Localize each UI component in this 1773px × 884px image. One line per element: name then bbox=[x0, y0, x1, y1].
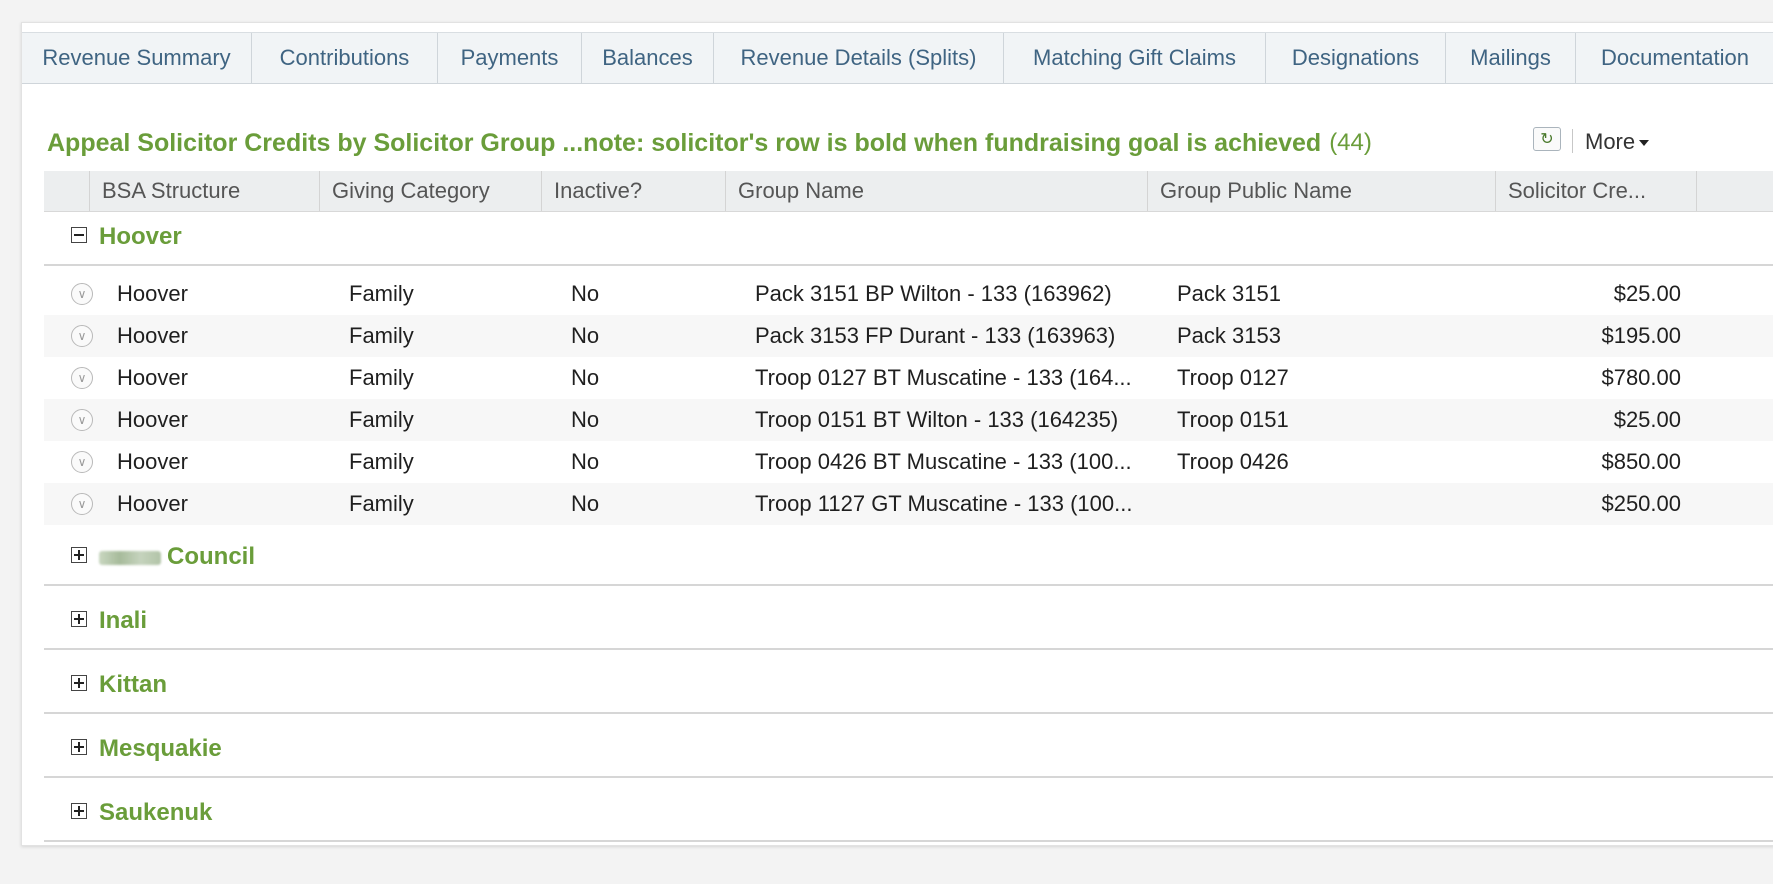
cell-group-public-name: Troop 0426 bbox=[1177, 449, 1289, 474]
tab-bar: Revenue Summary Contributions Payments B… bbox=[22, 32, 1773, 84]
cell-giving-category: Family bbox=[349, 323, 414, 348]
tab-designations[interactable]: Designations bbox=[1266, 33, 1446, 83]
col-header-giving-category[interactable]: Giving Category bbox=[319, 171, 541, 211]
col-header-inactive[interactable]: Inactive? bbox=[541, 171, 725, 211]
cell-solicitor-credits: $195.00 bbox=[1601, 323, 1681, 348]
more-label: More bbox=[1585, 129, 1636, 154]
tab-contributions[interactable]: Contributions bbox=[252, 33, 438, 83]
group-name: Kittan bbox=[99, 671, 167, 698]
refresh-button[interactable]: ↻ bbox=[1533, 127, 1561, 151]
cell-solicitor-credits: $250.00 bbox=[1601, 491, 1681, 516]
redacted-text bbox=[99, 550, 161, 565]
cell-giving-category: Family bbox=[349, 407, 414, 432]
expand-row-icon[interactable]: ∨ bbox=[71, 325, 93, 347]
cell-group-name: Troop 0151 BT Wilton - 133 (164235) bbox=[755, 407, 1119, 432]
cell-solicitor-credits: $25.00 bbox=[1613, 281, 1681, 306]
collapse-icon[interactable] bbox=[71, 227, 87, 243]
cell-bsa-structure: Hoover bbox=[117, 449, 188, 474]
expand-icon[interactable] bbox=[71, 739, 87, 755]
group-name: Inali bbox=[99, 607, 148, 634]
tab-matching-gift-claims[interactable]: Matching Gift Claims bbox=[1004, 33, 1266, 83]
cell-group-public-name: Pack 3153 bbox=[1177, 323, 1281, 348]
cell-bsa-structure: Hoover bbox=[117, 407, 188, 432]
tab-balances[interactable]: Balances bbox=[582, 33, 714, 83]
group-header-inali[interactable]: Inali bbox=[44, 595, 1773, 650]
cell-inactive: No bbox=[571, 281, 600, 306]
cell-group-name: Pack 3151 BP Wilton - 133 (163962) bbox=[755, 281, 1112, 306]
cell-giving-category: Family bbox=[349, 281, 414, 306]
more-menu-button[interactable]: More bbox=[1585, 129, 1650, 155]
group-header-kittan[interactable]: Kittan bbox=[44, 659, 1773, 714]
cell-solicitor-credits: $25.00 bbox=[1613, 407, 1681, 432]
cell-solicitor-credits: $850.00 bbox=[1601, 449, 1681, 474]
cell-bsa-structure: Hoover bbox=[117, 323, 188, 348]
group-name: Council bbox=[99, 543, 255, 571]
cell-inactive: No bbox=[571, 449, 600, 474]
column-header-row: BSA Structure Giving Category Inactive? … bbox=[44, 171, 1773, 212]
col-header-group-name[interactable]: Group Name bbox=[725, 171, 1147, 211]
tab-revenue-details-splits[interactable]: Revenue Details (Splits) bbox=[714, 33, 1004, 83]
group-name: Saukenuk bbox=[99, 799, 213, 826]
grid-title: Appeal Solicitor Credits by Solicitor Gr… bbox=[47, 128, 1322, 157]
toolbar-divider bbox=[1572, 129, 1573, 153]
col-header-group-public-name[interactable]: Group Public Name bbox=[1147, 171, 1495, 211]
group-header-hoover[interactable]: Hoover bbox=[44, 211, 1773, 266]
group-header-council[interactable]: Council bbox=[44, 531, 1773, 586]
expand-row-icon[interactable]: ∨ bbox=[71, 409, 93, 431]
expand-icon[interactable] bbox=[71, 803, 87, 819]
table-row[interactable]: ∨ Hoover Family No Troop 1127 GT Muscati… bbox=[44, 483, 1773, 525]
tab-documentation[interactable]: Documentation bbox=[1576, 33, 1773, 83]
cell-solicitor-credits: $780.00 bbox=[1601, 365, 1681, 390]
record-count: (44) bbox=[1329, 129, 1372, 156]
table-row[interactable]: ∨ Hoover Family No Pack 3153 FP Durant -… bbox=[44, 315, 1773, 357]
revenue-panel: Revenue Summary Contributions Payments B… bbox=[21, 22, 1773, 846]
cell-group-name: Pack 3153 FP Durant - 133 (163963) bbox=[755, 323, 1116, 348]
tab-payments[interactable]: Payments bbox=[438, 33, 582, 83]
cell-giving-category: Family bbox=[349, 365, 414, 390]
cell-group-name: Troop 0127 BT Muscatine - 133 (164... bbox=[755, 365, 1132, 390]
cell-inactive: No bbox=[571, 323, 600, 348]
cell-group-name: Troop 0426 BT Muscatine - 133 (100... bbox=[755, 449, 1132, 474]
expand-row-icon[interactable]: ∨ bbox=[71, 283, 93, 305]
cell-inactive: No bbox=[571, 365, 600, 390]
tab-mailings[interactable]: Mailings bbox=[1446, 33, 1576, 83]
cell-giving-category: Family bbox=[349, 449, 414, 474]
cell-bsa-structure: Hoover bbox=[117, 365, 188, 390]
expand-icon[interactable] bbox=[71, 547, 87, 563]
expand-row-icon[interactable]: ∨ bbox=[71, 493, 93, 515]
cell-bsa-structure: Hoover bbox=[117, 281, 188, 306]
table-row[interactable]: ∨ Hoover Family No Pack 3151 BP Wilton -… bbox=[44, 273, 1773, 315]
cell-group-public-name: Pack 3151 bbox=[1177, 281, 1281, 306]
cell-group-public-name: Troop 0151 bbox=[1177, 407, 1289, 432]
cell-inactive: No bbox=[571, 491, 600, 516]
cell-group-public-name bbox=[1177, 483, 1487, 525]
group-header-mesquakie[interactable]: Mesquakie bbox=[44, 723, 1773, 778]
cell-group-public-name: Troop 0127 bbox=[1177, 365, 1289, 390]
col-header-bsa-structure[interactable]: BSA Structure bbox=[89, 171, 319, 211]
cell-group-name: Troop 1127 GT Muscatine - 133 (100... bbox=[755, 491, 1133, 516]
cell-giving-category: Family bbox=[349, 491, 414, 516]
refresh-icon: ↻ bbox=[1540, 131, 1554, 148]
group-name: Mesquakie bbox=[99, 735, 222, 762]
tab-revenue-summary[interactable]: Revenue Summary bbox=[22, 33, 252, 83]
expand-icon[interactable] bbox=[71, 675, 87, 691]
caret-down-icon bbox=[1639, 140, 1650, 146]
table-row[interactable]: ∨ Hoover Family No Troop 0127 BT Muscati… bbox=[44, 357, 1773, 399]
expand-row-icon[interactable]: ∨ bbox=[71, 367, 93, 389]
cell-bsa-structure: Hoover bbox=[117, 491, 188, 516]
col-header-solicitor-credits[interactable]: Solicitor Cre... bbox=[1495, 171, 1697, 211]
table-row[interactable]: ∨ Hoover Family No Troop 0151 BT Wilton … bbox=[44, 399, 1773, 441]
group-name: Hoover bbox=[99, 223, 182, 250]
cell-inactive: No bbox=[571, 407, 600, 432]
expand-row-icon[interactable]: ∨ bbox=[71, 451, 93, 473]
group-header-saukenuk[interactable]: Saukenuk bbox=[44, 787, 1773, 842]
table-row[interactable]: ∨ Hoover Family No Troop 0426 BT Muscati… bbox=[44, 441, 1773, 483]
expand-icon[interactable] bbox=[71, 611, 87, 627]
grid-title-row: Appeal Solicitor Credits by Solicitor Gr… bbox=[47, 123, 1372, 163]
